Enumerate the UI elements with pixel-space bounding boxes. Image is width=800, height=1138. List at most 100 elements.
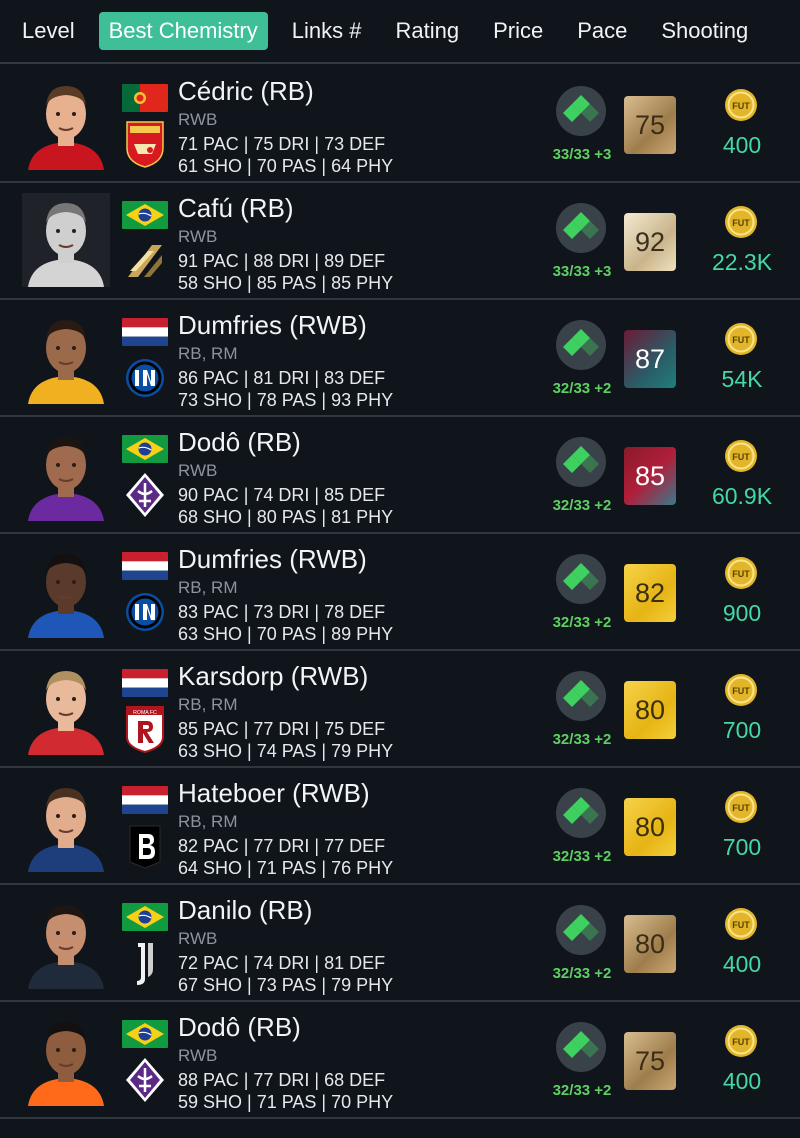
player-name: Danilo (RB) bbox=[178, 895, 313, 925]
player-stats-line-1: 71 PAC | 75 DRI | 73 DEF bbox=[178, 134, 386, 154]
portugal-flag-icon bbox=[122, 84, 168, 112]
player-name: Dodô (RB) bbox=[178, 427, 301, 457]
player-name: Cédric (RB) bbox=[178, 76, 314, 106]
coin-icon: FUT bbox=[724, 673, 758, 707]
tab-price[interactable]: Price bbox=[483, 12, 553, 50]
player-photo bbox=[22, 193, 110, 287]
chemistry-badge bbox=[556, 437, 606, 487]
player-photo bbox=[22, 895, 110, 989]
coin-icon: FUT bbox=[724, 205, 758, 239]
svg-text:FUT: FUT bbox=[732, 569, 750, 579]
chemistry-diamonds-icon bbox=[563, 1031, 599, 1058]
inter-crest-icon bbox=[124, 588, 166, 636]
svg-text:FUT: FUT bbox=[732, 452, 750, 462]
player-stats-line-2: 73 SHO | 78 PAS | 93 PHY bbox=[178, 390, 394, 410]
chemistry-badge bbox=[556, 203, 606, 253]
coin-icon: FUT bbox=[724, 907, 758, 941]
player-name: Dumfries (RWB) bbox=[178, 544, 367, 574]
player-stats-line-1: 72 PAC | 74 DRI | 81 DEF bbox=[178, 953, 386, 973]
tab-links[interactable]: Links # bbox=[282, 12, 372, 50]
player-row[interactable]: Danilo (RB) RWB 72 PAC | 74 DRI | 81 DEF 67… bbox=[0, 885, 800, 1002]
chemistry-count: 33/33 +3 bbox=[552, 146, 612, 163]
player-row[interactable]: Dodô (RB) RWB 90 PAC | 74 DRI | 85 DEF 68 S… bbox=[0, 417, 800, 534]
coin-icon: FUT bbox=[724, 790, 758, 824]
player-row[interactable]: Dumfries (RWB) RB, RM 86 PAC | 81 DRI | 83… bbox=[0, 300, 800, 417]
player-photo bbox=[22, 1012, 110, 1106]
chemistry-count: 32/33 +2 bbox=[552, 380, 612, 397]
player-alt-positions: RWB bbox=[178, 929, 218, 948]
rating-badge: 92 bbox=[624, 213, 676, 271]
tab-best-chemistry[interactable]: Best Chemistry bbox=[98, 12, 268, 50]
fiorentina-crest-icon bbox=[124, 471, 166, 519]
chemistry-diamonds-icon bbox=[563, 446, 599, 473]
player-price: 400 bbox=[722, 1068, 762, 1094]
chemistry-count: 33/33 +3 bbox=[552, 263, 612, 280]
chemistry-badge bbox=[556, 671, 606, 721]
player-stats-line-2: 59 SHO | 71 PAS | 70 PHY bbox=[178, 1092, 394, 1112]
player-photo bbox=[22, 76, 110, 170]
chemistry-count: 32/33 +2 bbox=[552, 614, 612, 631]
rating-badge: 75 bbox=[624, 96, 676, 154]
brazil-flag-icon bbox=[122, 1020, 168, 1048]
fiorentina-crest-icon bbox=[124, 1056, 166, 1104]
player-alt-positions: RB, RM bbox=[178, 812, 238, 831]
player-alt-positions: RWB bbox=[178, 110, 218, 129]
svg-text:FUT: FUT bbox=[732, 335, 750, 345]
chemistry-diamonds-icon bbox=[563, 212, 599, 239]
player-photo bbox=[22, 427, 110, 521]
svg-text:FUT: FUT bbox=[732, 1037, 750, 1047]
coin-icon: FUT bbox=[724, 556, 758, 590]
player-alt-positions: RB, RM bbox=[178, 695, 238, 714]
tab-shooting[interactable]: Shooting bbox=[651, 12, 758, 50]
tab-level[interactable]: Level bbox=[12, 12, 85, 50]
chemistry-count: 32/33 +2 bbox=[552, 848, 612, 865]
svg-text:FUT: FUT bbox=[732, 920, 750, 930]
chemistry-diamonds-icon bbox=[563, 329, 599, 356]
svg-text:FUT: FUT bbox=[732, 686, 750, 696]
chemistry-badge bbox=[556, 1022, 606, 1072]
player-row[interactable]: ROMA FC Karsdorp (RWB) RB, RM 85 PAC | 77 D… bbox=[0, 651, 800, 768]
chemistry-diamonds-icon bbox=[563, 680, 599, 707]
chemistry-badge bbox=[556, 788, 606, 838]
netherlands-flag-icon bbox=[122, 318, 168, 346]
sort-tabs: Level Best Chemistry Links # Rating Price Pac… bbox=[0, 0, 800, 64]
player-price: 700 bbox=[722, 834, 762, 860]
player-price: 400 bbox=[722, 951, 762, 977]
player-photo bbox=[22, 778, 110, 872]
inter-crest-icon bbox=[124, 354, 166, 402]
svg-text:ROMA FC: ROMA FC bbox=[133, 710, 157, 716]
chemistry-badge bbox=[556, 905, 606, 955]
player-row[interactable]: Dumfries (RWB) RB, RM 83 PAC | 73 DRI | 78… bbox=[0, 534, 800, 651]
tab-rating[interactable]: Rating bbox=[385, 12, 469, 50]
player-row[interactable]: Dodô (RB) RWB 88 PAC | 77 DRI | 68 DEF 59 S… bbox=[0, 1002, 800, 1119]
player-stats-line-2: 63 SHO | 74 PAS | 79 PHY bbox=[178, 741, 394, 761]
chemistry-diamonds-icon bbox=[563, 914, 599, 941]
player-stats-line-2: 61 SHO | 70 PAS | 64 PHY bbox=[178, 156, 394, 176]
player-alt-positions: RWB bbox=[178, 227, 218, 246]
player-name: Dumfries (RWB) bbox=[178, 310, 367, 340]
netherlands-flag-icon bbox=[122, 669, 168, 697]
coin-icon: FUT bbox=[724, 322, 758, 356]
tab-pace[interactable]: Pace bbox=[567, 12, 637, 50]
chemistry-badge bbox=[556, 86, 606, 136]
svg-text:FUT: FUT bbox=[732, 218, 750, 228]
brazil-flag-icon bbox=[122, 435, 168, 463]
player-price: 54K bbox=[721, 366, 763, 392]
player-row[interactable]: Cafú (RB) RWB 91 PAC | 88 DRI | 89 DEF 58 S… bbox=[0, 183, 800, 300]
player-list: Cédric (RB) RWB 71 PAC | 75 DRI | 73 DEF 61… bbox=[0, 66, 800, 1119]
player-price: 400 bbox=[722, 132, 762, 158]
player-name: Cafú (RB) bbox=[178, 193, 294, 223]
player-price: 22.3K bbox=[711, 249, 773, 275]
bergamo-crest-icon bbox=[124, 822, 166, 870]
netherlands-flag-icon bbox=[122, 786, 168, 814]
player-row[interactable]: Cédric (RB) RWB 71 PAC | 75 DRI | 73 DEF 61… bbox=[0, 66, 800, 183]
player-row[interactable]: Hateboer (RWB) RB, RM 82 PAC | 77 DRI | 77… bbox=[0, 768, 800, 885]
rating-badge: 87 bbox=[624, 330, 676, 388]
player-stats-line-1: 88 PAC | 77 DRI | 68 DEF bbox=[178, 1070, 386, 1090]
chemistry-count: 32/33 +2 bbox=[552, 1082, 612, 1099]
player-stats-line-1: 85 PAC | 77 DRI | 75 DEF bbox=[178, 719, 386, 739]
player-name: Dodô (RB) bbox=[178, 1012, 301, 1042]
player-stats-line-1: 83 PAC | 73 DRI | 78 DEF bbox=[178, 602, 386, 622]
svg-text:FUT: FUT bbox=[732, 803, 750, 813]
player-name: Hateboer (RWB) bbox=[178, 778, 370, 808]
